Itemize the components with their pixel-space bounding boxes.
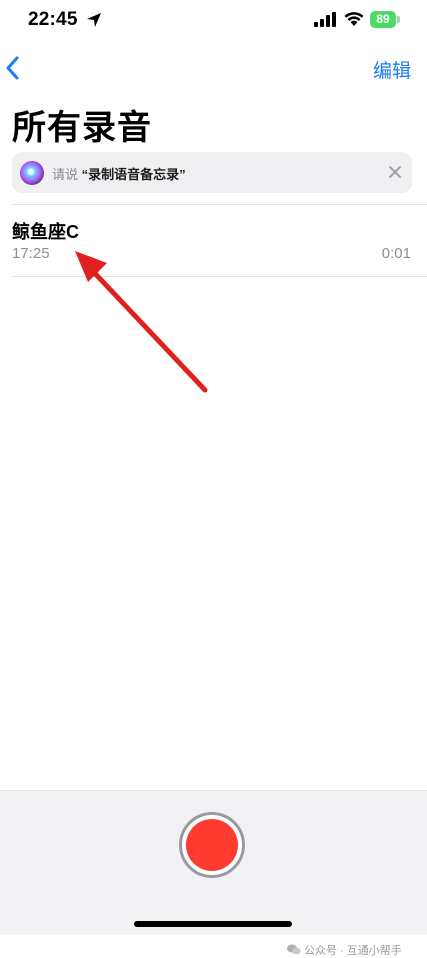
status-bar: 22:45 89 [0, 0, 427, 40]
watermark-text: 公众号 · 互通小帮手 [304, 945, 402, 957]
battery-cap [397, 16, 400, 23]
page-title: 所有录音 [12, 109, 152, 147]
status-time: 22:45 [28, 9, 78, 30]
siri-phrase: “录制语音备忘录” [81, 167, 186, 182]
recording-duration: 0:01 [381, 245, 411, 262]
close-icon[interactable] [386, 163, 404, 181]
record-panel: 公众号 · 互通小帮手 [0, 790, 427, 957]
recording-time: 17:25 [12, 245, 50, 262]
back-chevron-icon[interactable] [2, 54, 26, 82]
annotation-arrow-icon [75, 251, 208, 393]
siri-prefix: 请说 [52, 167, 79, 182]
list-divider-top [12, 204, 427, 205]
cellular-signal-icon [314, 12, 336, 27]
location-arrow-icon [87, 13, 101, 27]
navigation-bar: 编辑 [0, 50, 427, 86]
siri-icon [20, 161, 44, 185]
record-dot [186, 819, 238, 871]
watermark: 公众号 · 互通小帮手 [287, 942, 402, 958]
siri-suggestion-bar[interactable]: 请说 “录制语音备忘录” [12, 152, 412, 193]
siri-suggestion-text: 请说 “录制语音备忘录” [52, 164, 186, 183]
wechat-icon [287, 944, 301, 955]
record-button[interactable] [179, 812, 245, 878]
battery-indicator: 89 [370, 11, 402, 28]
wifi-icon [344, 12, 364, 26]
edit-button[interactable]: 编辑 [373, 56, 411, 83]
battery-level: 89 [370, 11, 396, 28]
home-indicator[interactable] [134, 921, 292, 927]
